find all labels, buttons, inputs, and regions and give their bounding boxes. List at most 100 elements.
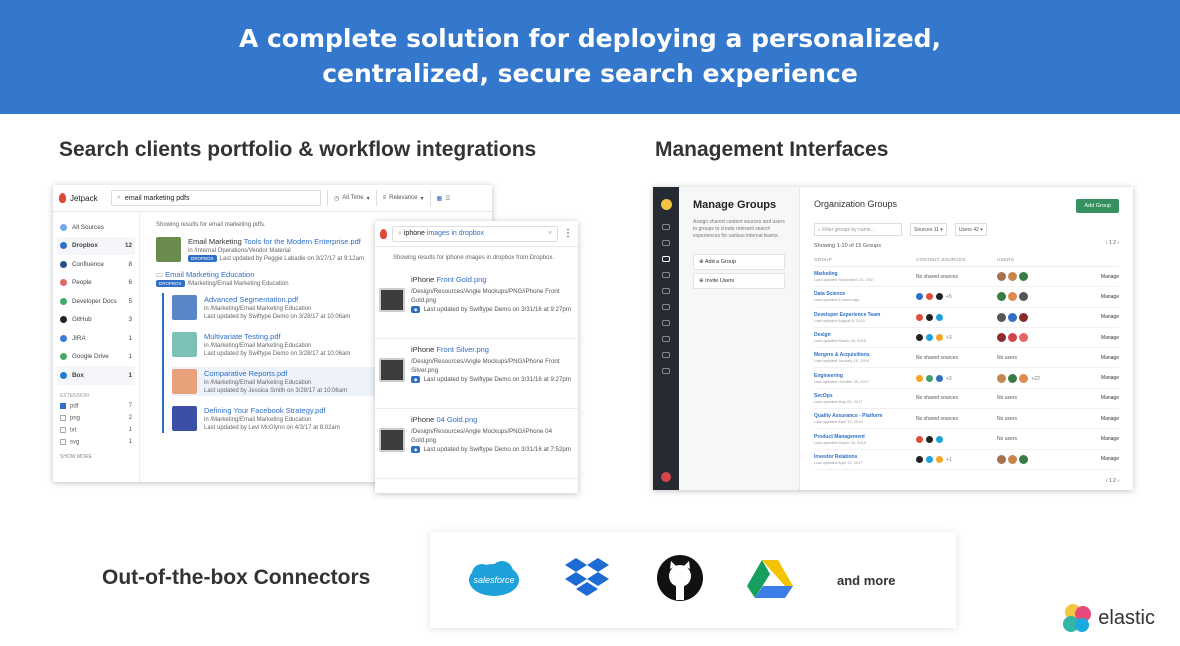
clear-icon[interactable]: × [548,230,552,237]
analytics-icon[interactable] [662,288,670,294]
group-date: Last updated May 29, 2017 [814,398,863,404]
result-title[interactable]: Defining Your Facebook Strategy.pdf [204,406,340,415]
source-item[interactable]: All Sources [57,218,135,237]
search-icon: ⌕ [117,194,121,201]
table-row[interactable]: Product Management Last updated March 26,… [814,429,1119,450]
add-group-action[interactable]: ⊕ Add a Group [693,254,785,270]
avatar [997,292,1006,302]
table-row[interactable]: Mergers & Acquisitions Last updated Janua… [814,348,1119,369]
filter-groups-input[interactable]: ⌕ Filter groups by name... [814,223,902,236]
table-row[interactable]: SecOps Last updated May 29, 2017 No shared… [814,389,1119,410]
results-count: Showing 1-10 of 15 Groups [814,243,881,249]
groups-icon[interactable] [662,256,670,262]
manage-link[interactable]: Manage [1101,294,1119,300]
checkbox[interactable] [60,402,66,409]
checkbox[interactable] [60,426,66,433]
list-icon[interactable]: ☰ [445,195,450,202]
security-icon[interactable] [662,304,670,310]
manage-link[interactable]: Manage [1101,436,1119,442]
source-item[interactable]: Developer Docs 5 [57,292,135,311]
source-count: 5 [128,297,132,305]
logout-icon[interactable] [662,368,670,374]
manage-link[interactable]: Manage [1101,274,1119,280]
settings-icon[interactable] [662,320,670,326]
group-sources: +3 [916,334,997,342]
result-thumbnail [172,332,197,357]
checkbox[interactable] [60,438,66,445]
help-icon[interactable] [662,352,670,358]
table-row[interactable]: Investor Relations Last updated April 13,… [814,450,1119,470]
checkbox[interactable] [60,414,66,421]
source-icon [916,313,923,321]
manage-link[interactable]: Manage [1101,395,1119,401]
source-item[interactable]: People 6 [57,274,135,293]
dropbox-icon: ◆ [411,306,421,313]
group-date: Last updated March 26, 2019 [814,439,867,445]
chevron-down-icon: ▾ [366,195,370,202]
avatar[interactable] [661,472,671,482]
result-item[interactable]: iPhone 04 Gold.png/Design/Resources/Angl… [375,409,578,479]
sources-icon[interactable] [662,240,670,246]
time-filter[interactable]: ◷ All Time ▾ [327,190,370,206]
add-group-button[interactable]: Add Group [1076,199,1119,213]
result-thumbnail [172,406,197,431]
home-icon[interactable] [662,336,670,342]
source-icon [936,293,943,301]
manage-link[interactable]: Manage [1101,375,1119,381]
show-more-link[interactable]: SHOW MORE [60,454,132,460]
table-row[interactable]: Engineering Last updated October 25, 2017… [814,368,1119,389]
table-row[interactable]: Quality Assurance - Platform Last updated… [814,409,1119,430]
manage-link[interactable]: Manage [1101,355,1119,361]
sort-icon: ≡ [382,195,387,201]
source-count: 8 [128,260,132,268]
result-item[interactable]: iPhone Front Gold.png/Design/Resources/A… [375,269,578,339]
search-input[interactable]: ⌕ email marketing pdfs [111,190,321,206]
source-item[interactable]: Dropbox 12 [57,236,135,255]
view-toggle[interactable]: ▦ ☰ [429,190,451,206]
result-title[interactable]: Advanced Segmentation.pdf [204,295,350,304]
dropbox-search-input[interactable]: ⌕ iphone images in dropbox × [392,225,558,242]
avatar [1019,292,1028,302]
sort-filter[interactable]: ≡ Relevance ▾ [375,190,424,206]
source-item[interactable]: Box 1 [57,366,135,385]
result-title[interactable]: iPhone 04 Gold.png [411,415,574,424]
pagination-bottom[interactable]: ‹ 1 2 › [814,478,1119,484]
invite-users-action[interactable]: ⊕ Invite Users [693,273,785,289]
source-icon [60,260,67,268]
extension-filter[interactable]: pdf 7 [57,402,135,415]
source-icon [916,435,923,443]
result-title[interactable]: Multivariate Testing.pdf [204,332,350,341]
table-row[interactable]: Data Science Last updated 8 hours ago +5 Ma… [814,287,1119,308]
more-options-icon[interactable]: ⋮ [563,228,573,239]
source-item[interactable]: Confluence 8 [57,255,135,274]
source-item[interactable]: Google Drive 1 [57,348,135,367]
manage-link[interactable]: Manage [1101,416,1119,422]
table-row[interactable]: Design Last updated March 26, 2019 +3 Manag… [814,328,1119,349]
result-title[interactable]: iPhone Front Gold.png [411,275,574,284]
source-sidebar: All Sources Dropbox 12 Confluence 8 People 6 De… [53,212,140,482]
result-item[interactable]: iPhone Front Silver.png/Design/Resources… [375,339,578,409]
grid-icon[interactable]: ▦ [437,195,443,202]
extension-filter[interactable]: png 2 [57,414,135,427]
result-title[interactable]: iPhone Front Silver.png [411,345,574,354]
pagination[interactable]: ‹ 1 2 › [1106,240,1119,246]
table-row[interactable]: Developer Experience Team Last updated Au… [814,308,1119,328]
source-item[interactable]: JIRA 1 [57,329,135,348]
users-icon[interactable] [662,272,670,278]
sources-dropdown[interactable]: Sources 11 ▾ [910,223,947,236]
extension-filter[interactable]: svg 1 [57,438,135,451]
result-title[interactable]: Comparative Reports.pdf [204,369,347,378]
avatar [997,272,1006,282]
avatar [1008,312,1017,322]
manage-link[interactable]: Manage [1101,314,1119,320]
table-row[interactable]: Marketing Last updated September 22, 2017… [814,267,1119,288]
dashboard-icon[interactable] [662,224,670,230]
manage-link[interactable]: Manage [1101,456,1119,462]
dropbox-icon: ◆ [411,446,421,453]
source-item[interactable]: GitHub 3 [57,311,135,330]
users-dropdown[interactable]: Users 42 ▾ [954,223,987,236]
result-title[interactable]: Tools for the Modern Enterprise.pdf [242,237,361,246]
avatar [1019,373,1028,383]
manage-link[interactable]: Manage [1101,335,1119,341]
extension-filter[interactable]: txt 1 [57,426,135,439]
